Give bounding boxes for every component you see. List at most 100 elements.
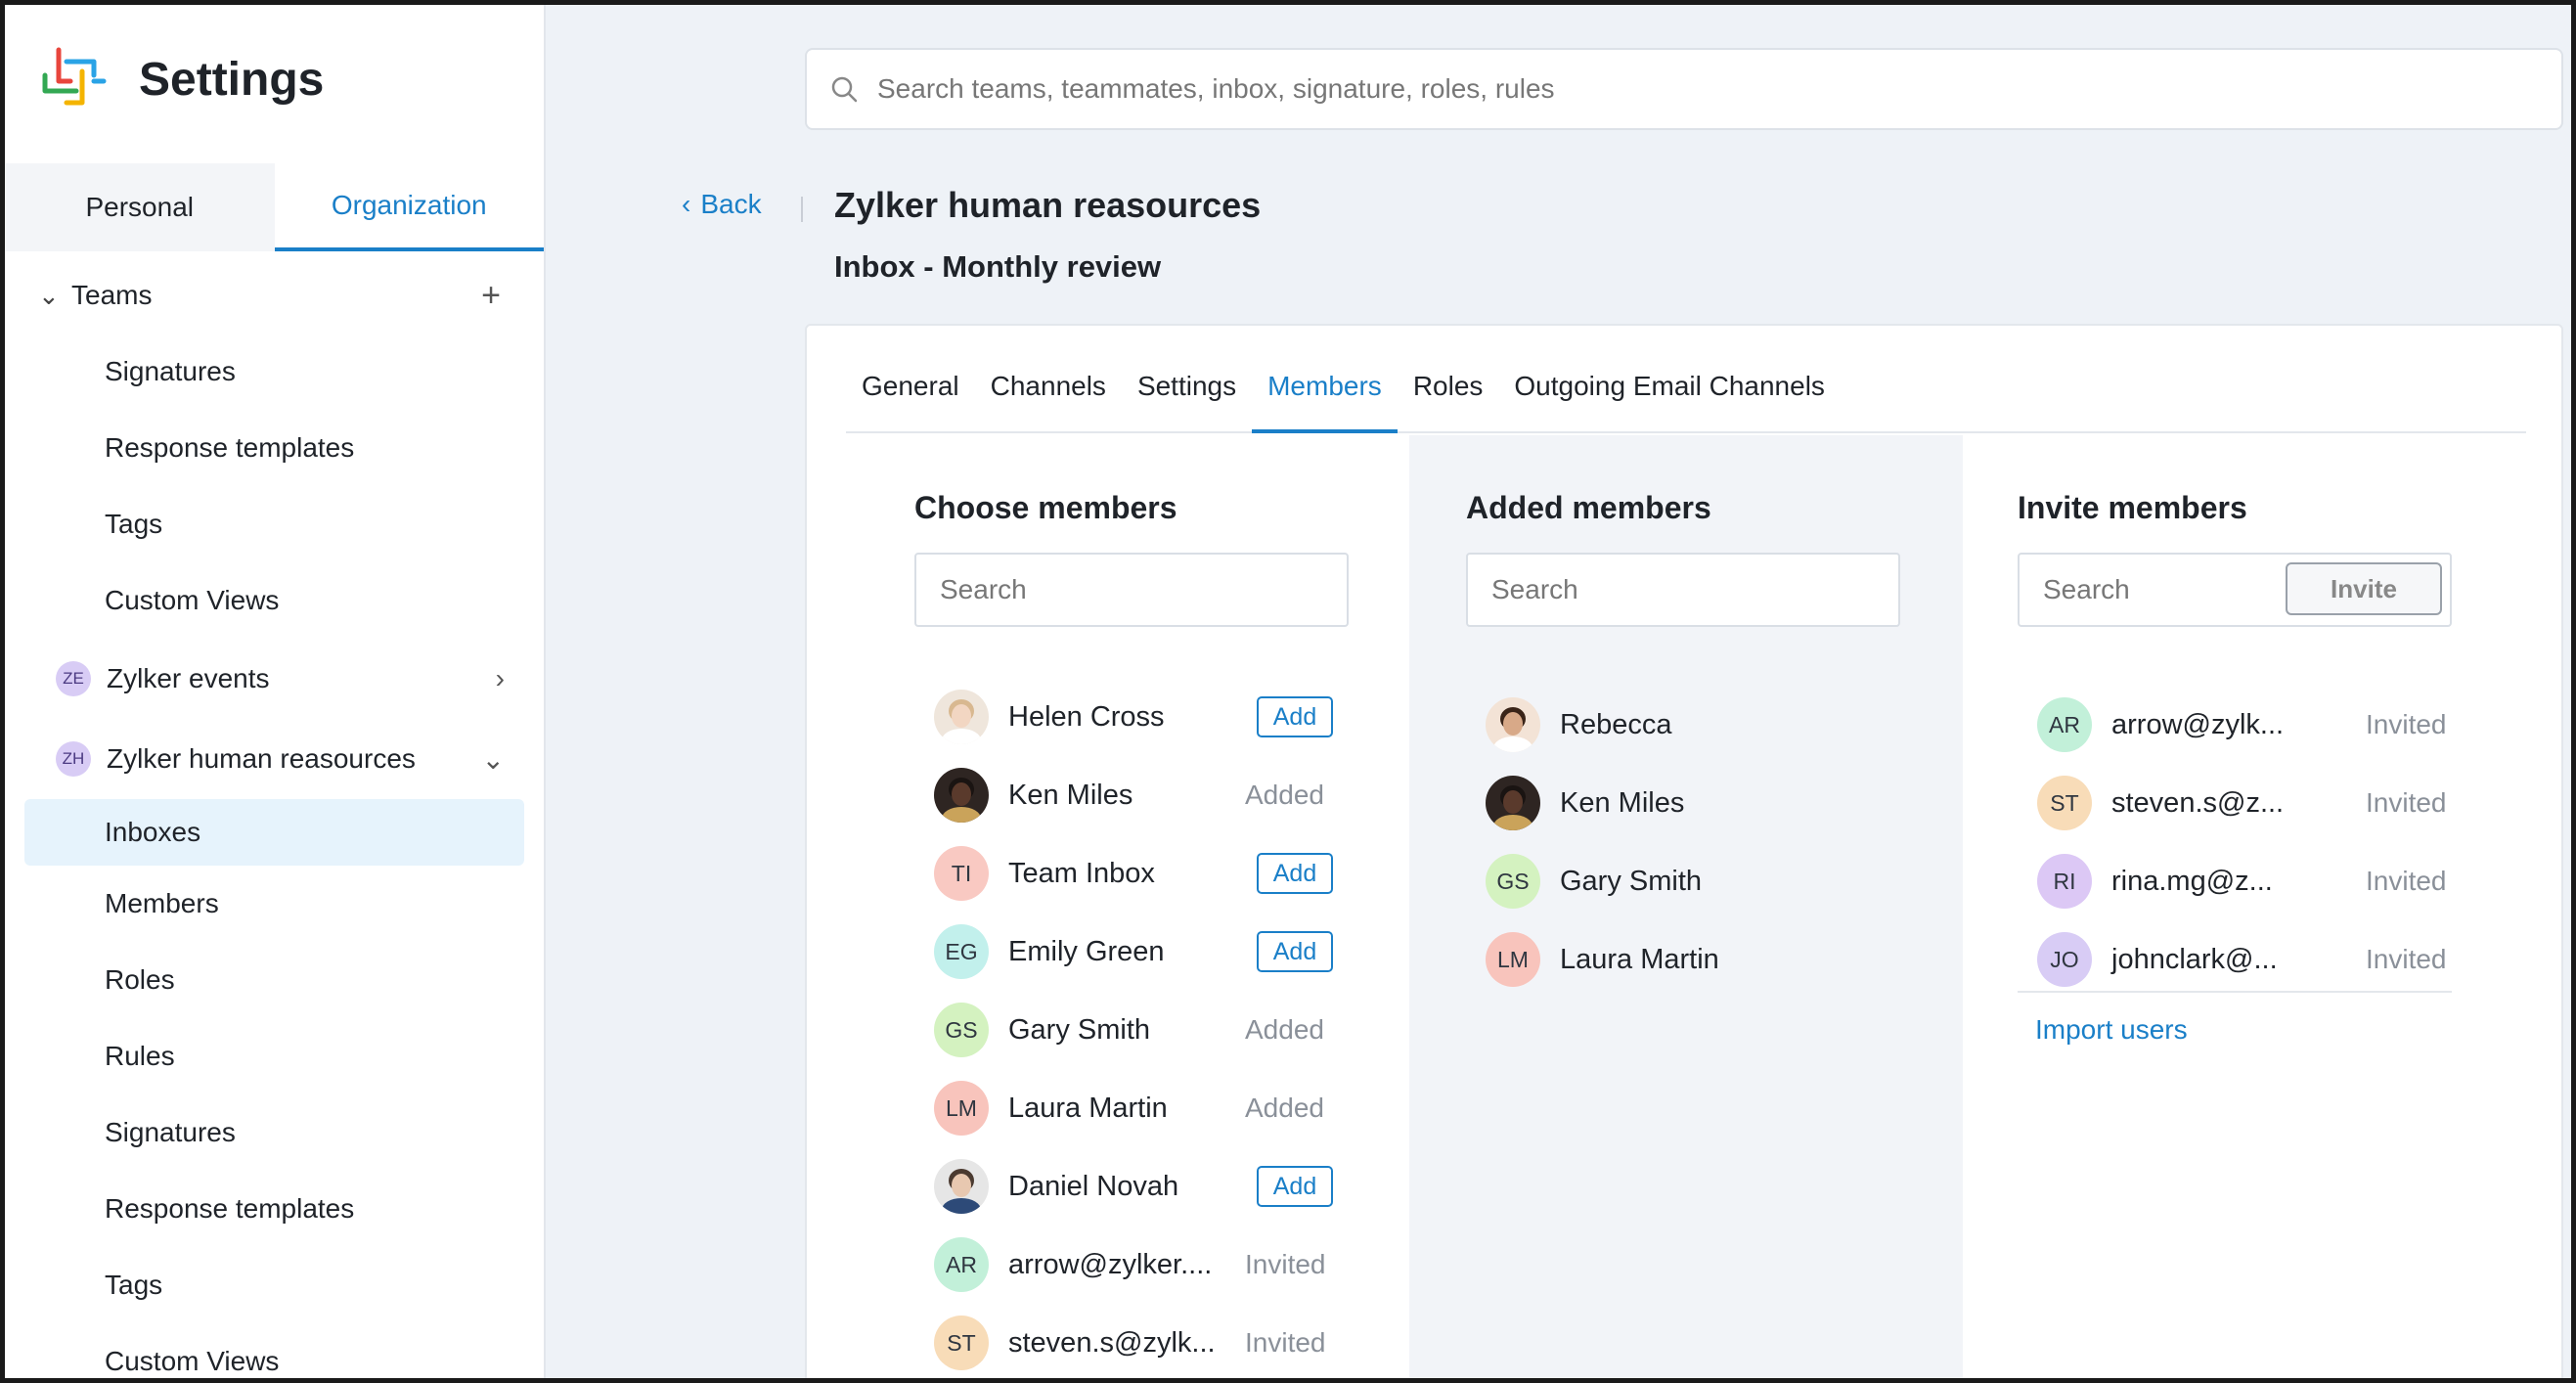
avatar: AR xyxy=(2037,697,2092,752)
invite-search-input[interactable] xyxy=(2043,574,2287,605)
sidebar-item-tags[interactable]: Tags xyxy=(5,1247,544,1323)
list-item[interactable]: AR arrow@zylker.... Invited xyxy=(934,1226,1355,1304)
list-item[interactable]: Rebecca xyxy=(1486,686,1896,764)
search-input[interactable] xyxy=(877,73,2442,105)
member-status: Invited xyxy=(1245,1327,1326,1358)
added-members-panel: Added members Rebecca Ken Miles GS Gary Smi… xyxy=(1409,435,1963,1378)
invite-members-title: Invite members xyxy=(2018,490,2247,525)
mode-tabs: Personal Organization xyxy=(5,163,544,251)
tab-members[interactable]: Members xyxy=(1252,361,1398,433)
avatar-photo xyxy=(1486,776,1540,830)
sidebar-team-zylker-hr[interactable]: ZH Zylker human reasources ⌄ xyxy=(5,719,544,799)
sidebar-item-response-templates[interactable]: Response templates xyxy=(5,1171,544,1247)
tab-channels[interactable]: Channels xyxy=(975,361,1122,433)
inbox-tabs: General Channels Settings Members Roles … xyxy=(846,361,2526,433)
member-name: steven.s@z... xyxy=(2111,786,2285,819)
page-subtitle: Inbox - Monthly review xyxy=(834,249,1162,284)
divider xyxy=(2018,991,2452,993)
list-item[interactable]: TI Team Inbox Add xyxy=(934,834,1355,913)
choose-search-input[interactable] xyxy=(940,574,1347,605)
member-name: Emily Green xyxy=(1008,935,1165,967)
sidebar-item-rules[interactable]: Rules xyxy=(5,1018,544,1094)
member-name: steven.s@zylk... xyxy=(1008,1326,1216,1359)
chevron-down-icon: ⌄ xyxy=(38,280,60,310)
divider xyxy=(801,197,803,222)
list-item[interactable]: RI rina.mg@z... Invited xyxy=(2037,842,2467,920)
invite-search-box[interactable]: Invite xyxy=(2018,553,2452,627)
sidebar-item-inboxes[interactable]: Inboxes xyxy=(24,799,524,866)
sidebar-item-signatures[interactable]: Signatures xyxy=(5,334,544,410)
sidebar-item-tags[interactable]: Tags xyxy=(5,486,544,562)
added-search-box[interactable] xyxy=(1466,553,1900,627)
tab-organization[interactable]: Organization xyxy=(274,163,544,251)
sidebar-item-members[interactable]: Members xyxy=(5,866,544,942)
sidebar-item-response-templates[interactable]: Response templates xyxy=(5,410,544,486)
member-name: Team Inbox xyxy=(1008,857,1155,889)
team-name: Zylker human reasources xyxy=(107,743,416,774)
list-item[interactable]: Helen Cross Add xyxy=(934,678,1355,756)
tab-outgoing-email-channels[interactable]: Outgoing Email Channels xyxy=(1498,361,1841,433)
avatar: LM xyxy=(934,1081,989,1136)
sidebar-item-label: Teams xyxy=(71,280,153,310)
tab-roles[interactable]: Roles xyxy=(1398,361,1499,433)
sidebar-item-custom-views[interactable]: Custom Views xyxy=(5,562,544,639)
list-item[interactable]: LM Laura Martin Added xyxy=(934,1069,1355,1147)
avatar: ST xyxy=(2037,776,2092,830)
member-name: Daniel Novah xyxy=(1008,1170,1179,1202)
member-status: Added xyxy=(1245,1093,1324,1123)
tab-personal[interactable]: Personal xyxy=(5,163,275,251)
back-link[interactable]: ‹ Back xyxy=(682,189,762,220)
tab-settings[interactable]: Settings xyxy=(1122,361,1252,433)
list-item[interactable]: EG Emily Green Add xyxy=(934,913,1355,991)
member-status: Invited xyxy=(2366,866,2447,896)
avatar: LM xyxy=(1486,932,1540,987)
sidebar-item-roles[interactable]: Roles xyxy=(5,942,544,1018)
member-status: Invited xyxy=(2366,944,2447,974)
member-name: rina.mg@z... xyxy=(2111,865,2273,897)
add-member-button[interactable]: Add xyxy=(1257,853,1333,894)
added-members-title: Added members xyxy=(1466,490,1711,525)
list-item[interactable]: Daniel Novah Add xyxy=(934,1147,1355,1226)
sidebar: Settings Personal Organization ⌄ Teams +… xyxy=(5,5,546,1378)
member-name: Laura Martin xyxy=(1560,943,1719,975)
member-name: Helen Cross xyxy=(1008,700,1165,733)
tab-general[interactable]: General xyxy=(846,361,975,433)
back-label: Back xyxy=(700,189,762,219)
list-item[interactable]: LM Laura Martin xyxy=(1486,920,1896,999)
member-name: Gary Smith xyxy=(1560,865,1703,897)
list-item[interactable]: Ken Miles Added xyxy=(934,756,1355,834)
sidebar-item-signatures[interactable]: Signatures xyxy=(5,1094,544,1171)
choose-search-box[interactable] xyxy=(914,553,1349,627)
member-name: Ken Miles xyxy=(1560,786,1685,819)
member-status: Added xyxy=(1245,1014,1324,1045)
invite-button[interactable]: Invite xyxy=(2286,562,2442,615)
list-item[interactable]: ST steven.s@z... Invited xyxy=(2037,764,2467,842)
list-item[interactable]: GS Gary Smith Added xyxy=(934,991,1355,1069)
list-item[interactable]: GS Gary Smith xyxy=(1486,842,1896,920)
list-item[interactable]: AR arrow@zylk... Invited xyxy=(2037,686,2467,764)
sidebar-team-zylker-events[interactable]: ZE Zylker events › xyxy=(5,639,544,719)
brand: Settings xyxy=(37,42,324,116)
added-search-input[interactable] xyxy=(1491,574,1898,605)
add-team-icon[interactable]: + xyxy=(481,277,501,315)
choose-members-title: Choose members xyxy=(914,490,1177,525)
sidebar-item-custom-views[interactable]: Custom Views xyxy=(5,1323,544,1378)
list-item[interactable]: ST steven.s@zylk... Invited xyxy=(934,1304,1355,1378)
avatar-photo xyxy=(934,768,989,823)
add-member-button[interactable]: Add xyxy=(1257,931,1333,972)
chevron-down-icon: ⌄ xyxy=(481,743,505,775)
avatar-photo xyxy=(1486,697,1540,752)
avatar: RI xyxy=(2037,854,2092,909)
add-member-button[interactable]: Add xyxy=(1257,1166,1333,1207)
app-logo-icon xyxy=(42,47,107,106)
import-users-link[interactable]: Import users xyxy=(2035,1014,2188,1046)
chevron-right-icon: › xyxy=(495,663,505,693)
sidebar-item-teams[interactable]: ⌄ Teams + xyxy=(5,257,544,334)
global-search[interactable] xyxy=(805,48,2563,130)
add-member-button[interactable]: Add xyxy=(1257,696,1333,737)
app-title: Settings xyxy=(139,53,325,106)
sidebar-nav: ⌄ Teams + Signatures Response templates … xyxy=(5,257,544,1378)
list-item[interactable]: Ken Miles xyxy=(1486,764,1896,842)
list-item[interactable]: JO johnclark@... Invited xyxy=(2037,920,2467,999)
member-status: Invited xyxy=(2366,787,2447,818)
